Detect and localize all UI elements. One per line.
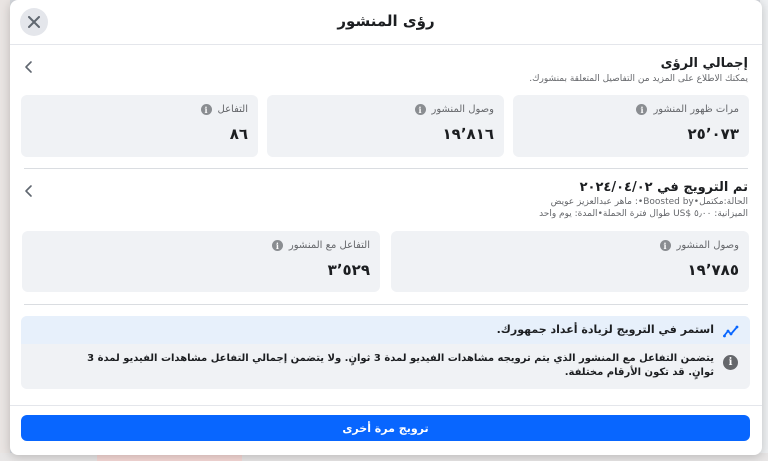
- metric-card-reach: وصول المنشور i ١٩٬٨١٦: [267, 95, 504, 157]
- section-divider: [24, 304, 748, 305]
- background-page-element: [97, 455, 242, 461]
- dialog-title: رؤى المنشور: [337, 12, 435, 30]
- overview-subtitle: يمكنك الاطلاع على المزيد من التفاصيل الم…: [529, 74, 748, 84]
- info-icon[interactable]: i: [271, 240, 283, 251]
- post-insights-dialog: رؤى المنشور إجمالي الرؤى يمكنك الاطلاع ع…: [10, 0, 762, 455]
- info-icon[interactable]: i: [659, 240, 671, 251]
- promo-text: استمر في الترويج لزيادة أعداد جمهورك.: [496, 323, 714, 336]
- metric-card-engagement: التفاعل i ٨٦: [21, 95, 258, 157]
- chevron-left-icon[interactable]: [22, 184, 36, 198]
- metric-card-boost-engagement: التفاعل مع المنشور i ٣٬٥٢٩: [22, 231, 380, 292]
- chevron-left-icon[interactable]: [22, 60, 36, 74]
- metric-value: ٢٥٬٠٧٣: [687, 125, 739, 143]
- promo-banner: استمر في الترويج لزيادة أعداد جمهورك. i …: [21, 316, 750, 389]
- metric-value: ٨٦: [229, 125, 248, 143]
- boost-title: تم الترويج في ٢٠٢٤/٠٤/٠٢: [579, 180, 748, 195]
- metric-label: وصول المنشور: [676, 240, 739, 251]
- info-icon[interactable]: i: [636, 104, 648, 115]
- metric-label: التفاعل مع المنشور: [288, 240, 370, 251]
- metric-card-boost-reach: وصول المنشور i ١٩٬٧٨٥: [391, 231, 749, 292]
- overview-title: إجمالي الرؤى: [660, 56, 748, 71]
- info-icon: i: [723, 355, 738, 370]
- background-page-left: [0, 0, 10, 461]
- info-icon[interactable]: i: [414, 104, 426, 115]
- metric-value: ١٩٬٨١٦: [442, 125, 494, 143]
- dialog-footer: ترويج مرة أخرى: [10, 405, 762, 455]
- trending-up-icon: [723, 325, 739, 338]
- promo-note: يتضمن التفاعل مع المنشور الذي يتم ترويجه…: [87, 353, 714, 378]
- boost-again-button[interactable]: ترويج مرة أخرى: [21, 415, 750, 441]
- metric-value: ٣٬٥٢٩: [327, 261, 370, 279]
- boost-status: الحالة:مكتمل•Boosted by•: ماهر عبدالعزيز…: [550, 197, 748, 207]
- insights-content[interactable]: إجمالي الرؤى يمكنك الاطلاع على المزيد من…: [10, 45, 762, 405]
- metric-card-impressions: مرات ظهور المنشور i ٢٥٬٠٧٣: [513, 95, 749, 157]
- info-icon[interactable]: i: [200, 104, 212, 115]
- dialog-header: رؤى المنشور: [10, 0, 762, 45]
- section-divider: [24, 168, 748, 169]
- metric-label: وصول المنشور: [431, 104, 494, 115]
- metric-label: التفاعل: [217, 104, 249, 115]
- boost-budget: الميزانية: ٥٫٠٠ $US طوال فترة الحملة•الم…: [539, 209, 748, 219]
- metric-label: مرات ظهور المنشور: [653, 104, 739, 115]
- metric-value: ١٩٬٧٨٥: [687, 261, 739, 279]
